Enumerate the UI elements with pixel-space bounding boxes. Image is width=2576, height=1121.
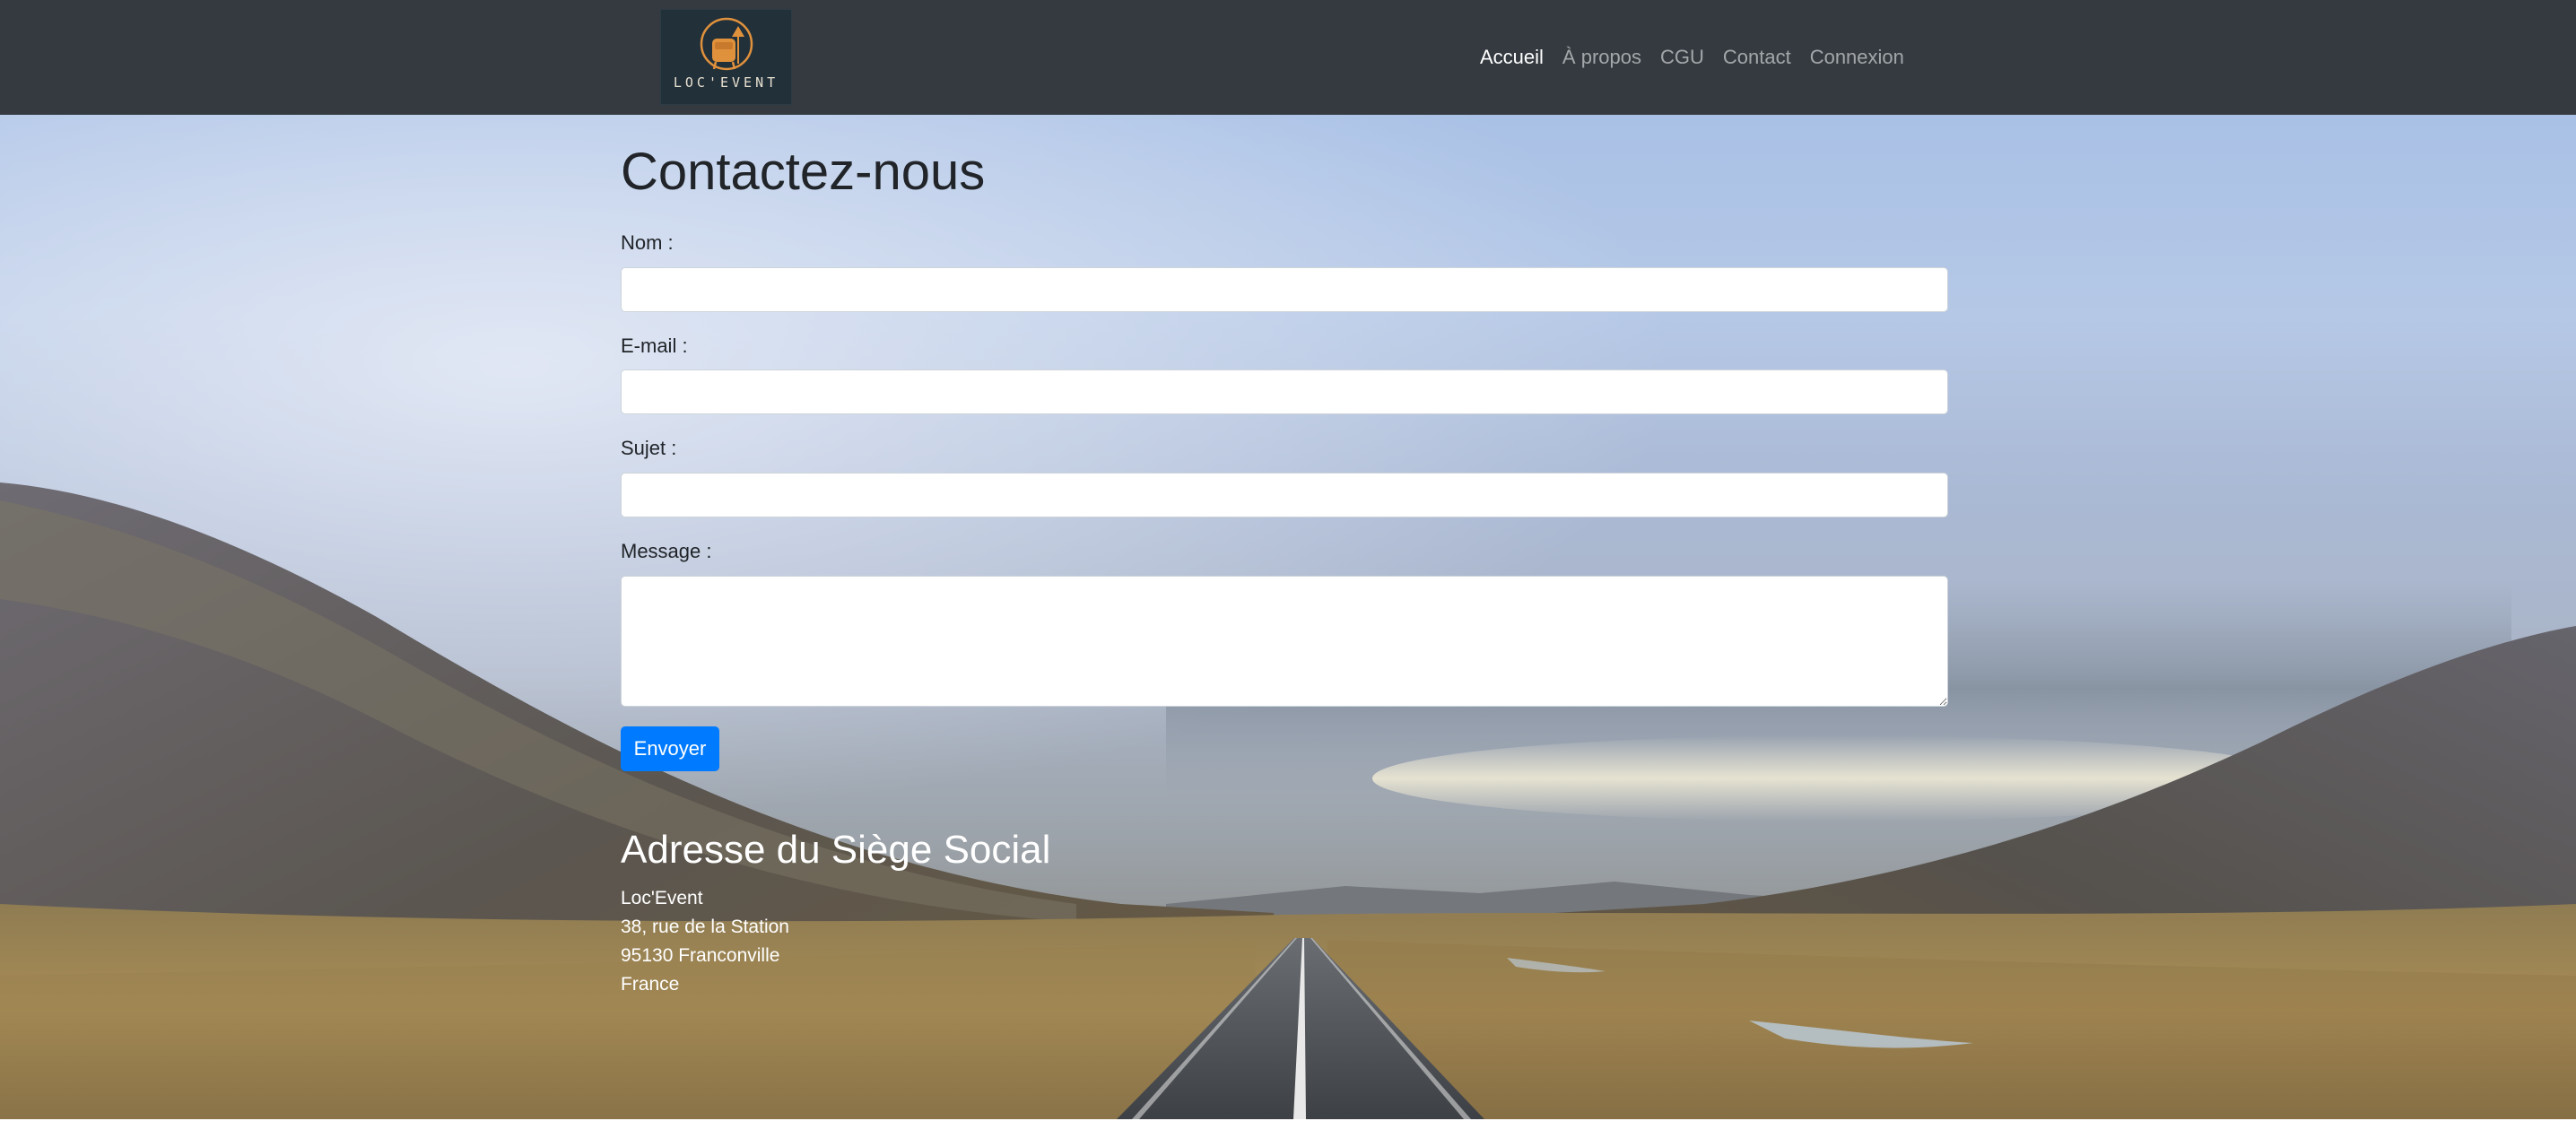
brand-logo[interactable]: LOC'EVENT bbox=[660, 9, 792, 105]
chair-lamp-icon bbox=[700, 17, 753, 71]
nav-item-contact[interactable]: Contact bbox=[1723, 46, 1791, 69]
navbar: LOC'EVENT Accueil À propos CGU Contact C… bbox=[0, 0, 2576, 115]
address-city: 95130 Franconville bbox=[621, 945, 780, 966]
page-title: Contactez-nous bbox=[621, 143, 986, 201]
logo-text: LOC'EVENT bbox=[673, 74, 779, 91]
email-label: E-mail : bbox=[621, 335, 688, 357]
address-title: Adresse du Siège Social bbox=[621, 828, 1051, 872]
address-country: France bbox=[621, 974, 680, 995]
address-company: Loc'Event bbox=[621, 888, 703, 908]
address-street: 38, rue de la Station bbox=[621, 917, 789, 937]
subject-input[interactable] bbox=[621, 473, 1948, 517]
main-nav: Accueil À propos CGU Contact Connexion bbox=[1480, 0, 1904, 115]
email-input[interactable] bbox=[621, 369, 1948, 414]
nav-item-connexion[interactable]: Connexion bbox=[1810, 46, 1904, 69]
nav-item-cgu[interactable]: CGU bbox=[1660, 46, 1704, 69]
subject-label: Sujet : bbox=[621, 437, 677, 459]
nav-item-a-propos[interactable]: À propos bbox=[1562, 46, 1641, 69]
message-textarea[interactable] bbox=[621, 576, 1948, 707]
message-label: Message : bbox=[621, 540, 712, 562]
name-label: Nom : bbox=[621, 231, 674, 254]
nav-item-accueil[interactable]: Accueil bbox=[1480, 46, 1544, 69]
name-input[interactable] bbox=[621, 267, 1948, 312]
send-button[interactable]: Envoyer bbox=[621, 726, 719, 771]
